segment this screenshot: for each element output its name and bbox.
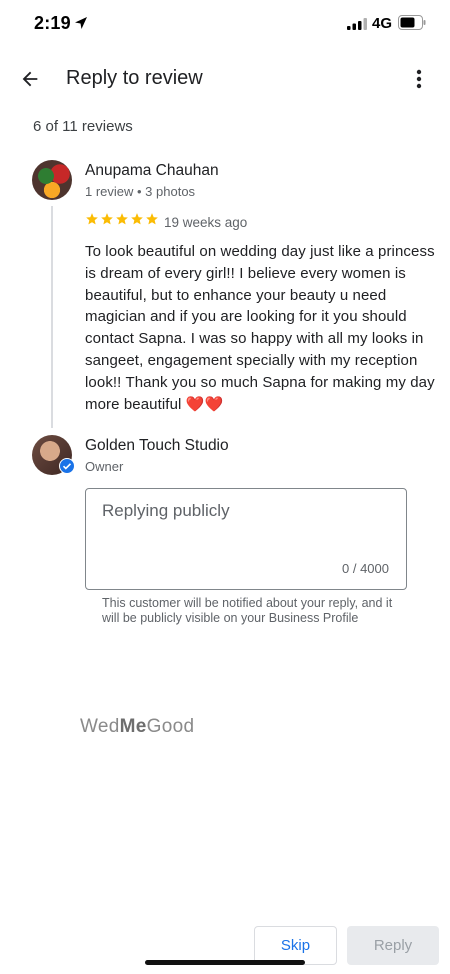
status-time: 2:19 [34, 13, 71, 33]
signal-icon [347, 18, 367, 30]
back-button[interactable] [14, 63, 46, 95]
star-icon [116, 213, 128, 225]
watermark-part3: Good [146, 716, 195, 737]
reply-field[interactable]: 0 / 4000 [85, 488, 407, 590]
app-bar: Reply to review [0, 48, 450, 110]
reviewer-avatar[interactable] [32, 160, 72, 200]
home-indicator [145, 960, 305, 965]
owner-role: Owner [85, 459, 124, 474]
network-label: 4G [372, 15, 393, 32]
watermark-logo: WedMeGood [80, 716, 194, 738]
more-options-button[interactable] [404, 63, 434, 95]
battery-icon [398, 15, 426, 30]
review-emoji: ❤️❤️ [185, 395, 224, 413]
reviewer-name[interactable]: Anupama Chauhan [85, 162, 219, 180]
star-icon [131, 213, 143, 225]
thread-line [51, 206, 53, 428]
review-text: To look beautiful on wedding day just li… [85, 241, 435, 415]
status-bar: 2:19 4G [0, 0, 450, 48]
reply-helper-text: This customer will be notified about you… [102, 596, 393, 625]
page-title: Reply to review [66, 67, 203, 89]
star-rating [85, 212, 159, 226]
reviewer-meta: 1 review • 3 photos [85, 184, 196, 199]
verified-badge-icon [59, 458, 75, 474]
arrow-back-icon [22, 71, 38, 87]
star-icon [101, 213, 113, 225]
location-arrow-icon [75, 17, 87, 29]
reply-button[interactable]: Reply [347, 926, 439, 965]
review-body: To look beautiful on wedding day just li… [85, 243, 435, 413]
watermark-part1: Wed [80, 716, 120, 737]
more-vert-icon [416, 69, 422, 89]
review-counter: 6 of 11 reviews [33, 118, 133, 135]
owner-name: Golden Touch Studio [85, 437, 229, 454]
star-icon [86, 213, 98, 225]
reply-input[interactable] [102, 501, 392, 551]
watermark-part2: Me [119, 716, 147, 737]
char-counter: 0 / 4000 [342, 561, 389, 576]
star-icon [146, 213, 158, 225]
review-time: 19 weeks ago [164, 215, 248, 230]
